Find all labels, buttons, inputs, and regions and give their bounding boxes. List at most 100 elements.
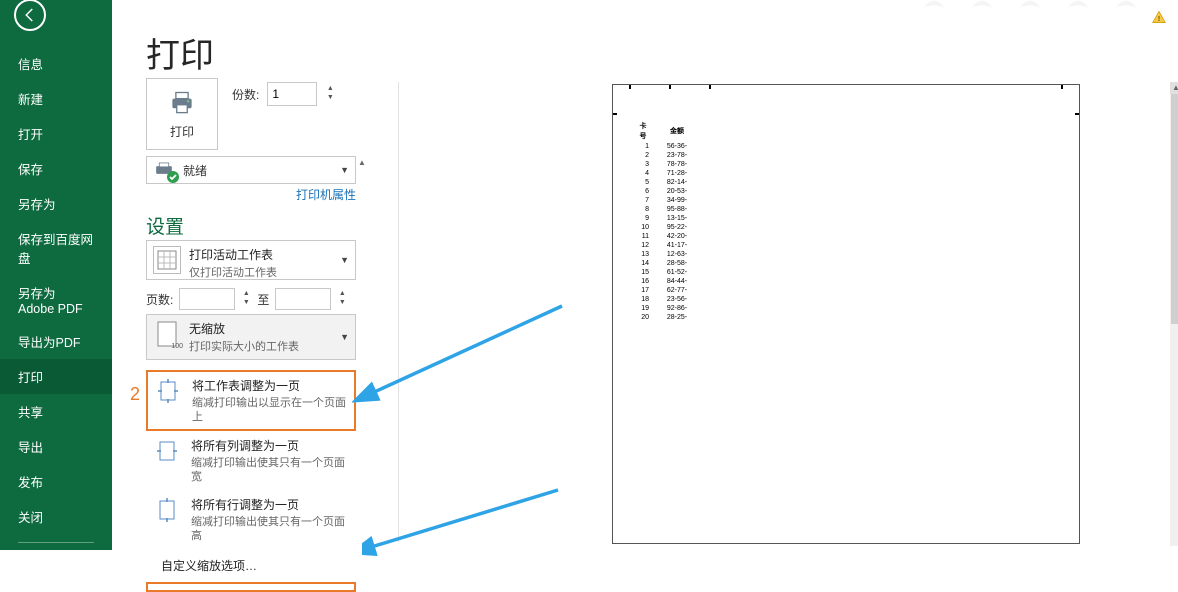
main-content: ! 打印 打印 份数: ▲ ▼ 就绪 ▼ (112, 0, 1178, 550)
print-button-label: 打印 (170, 123, 194, 140)
svg-text:!: ! (1158, 14, 1161, 23)
table-row: 1312-63- (633, 251, 699, 258)
annotation-arrow-1 (352, 300, 572, 410)
page-from-up[interactable]: ▲ (241, 290, 251, 299)
chevron-down-icon: ▼ (340, 332, 349, 342)
table-row: 1992-86- (633, 305, 699, 312)
print-button[interactable]: 打印 (146, 78, 218, 150)
printer-selector[interactable]: 就绪 ▼ (146, 156, 356, 184)
copies-down[interactable]: ▼ (325, 94, 335, 103)
copies-label: 份数: (232, 86, 259, 103)
status-ok-icon (167, 171, 179, 183)
sidebar-item[interactable]: 打印 (0, 359, 112, 394)
printer-icon (168, 89, 196, 117)
scale-option[interactable]: 将所有列调整为一页缩减打印输出使其只有一个页面宽 (146, 431, 356, 490)
chevron-down-icon: ▼ (340, 165, 349, 175)
scaling-dropdown[interactable]: 100 无缩放 打印实际大小的工作表 ▼ (146, 314, 356, 360)
table-row: 1762-77- (633, 287, 699, 294)
sheet-grid-icon (153, 246, 181, 274)
scale-option-icon (153, 437, 181, 465)
page-to-up[interactable]: ▲ (337, 290, 347, 299)
custom-scaling-label: 自定义缩放选项… (161, 557, 257, 574)
sidebar-separator (18, 542, 94, 543)
print-what-title: 打印活动工作表 (189, 246, 277, 263)
scale-option-sub: 缩减打印输出以显示在一个页面上 (192, 396, 348, 424)
annotation-arrow-2 (362, 488, 582, 568)
settings-divider (398, 82, 399, 542)
page-to-input[interactable] (275, 288, 331, 310)
sidebar-item[interactable]: 共享 (0, 394, 112, 429)
table-row: 2028-25- (633, 314, 699, 321)
scale-option-icon (153, 496, 181, 524)
settings-heading: 设置 (146, 212, 184, 239)
pages-to-label: 至 (257, 291, 269, 308)
table-row: 895-88- (633, 206, 699, 213)
page-from-input[interactable] (179, 288, 235, 310)
sidebar-item[interactable]: 打开 (0, 116, 112, 151)
page-title: 打印 (146, 28, 214, 77)
copies-input[interactable] (267, 82, 317, 106)
custom-scaling-option[interactable]: 自定义缩放选项… (146, 549, 356, 582)
table-row: 734-99- (633, 197, 699, 204)
scrollbar-thumb[interactable] (1171, 94, 1178, 324)
scale-option-sub: 缩减打印输出使其只有一个页面高 (191, 515, 349, 543)
copies-up[interactable]: ▲ (325, 85, 335, 94)
table-row: 620-53- (633, 188, 699, 195)
table-row: 156-36- (633, 143, 699, 150)
scroll-up-icon[interactable]: ▲ (1170, 82, 1178, 94)
step-2-marker: 2 (130, 384, 140, 405)
printer-status-text: 就绪 (183, 162, 207, 179)
table-row: 1142-20- (633, 233, 699, 240)
table-row: 582-14- (633, 179, 699, 186)
sidebar-item[interactable]: 另存为 (0, 186, 112, 221)
print-what-sub: 仅打印活动工作表 (189, 266, 277, 280)
scale-option-icon (154, 377, 182, 405)
sidebar-item[interactable]: 帐户 (0, 553, 112, 588)
pages-label: 页数: (146, 291, 173, 308)
backstage-sidebar: 信息新建打开保存另存为保存到百度网盘另存为 Adobe PDF导出为PDF打印共… (0, 0, 112, 550)
table-row: 913-15- (633, 215, 699, 222)
sidebar-item[interactable]: 关闭 (0, 499, 112, 534)
table-row: 1241-17- (633, 242, 699, 249)
warning-icon: ! (1152, 10, 1166, 24)
print-what-dropdown[interactable]: 打印活动工作表 仅打印活动工作表 ▼ (146, 240, 356, 280)
table-row: 1823-56- (633, 296, 699, 303)
table-row: 1561-52- (633, 269, 699, 276)
sidebar-item[interactable]: 新建 (0, 81, 112, 116)
table-row: 1684-44- (633, 278, 699, 285)
sidebar-item[interactable]: 保存 (0, 151, 112, 186)
scroll-up-icon[interactable]: ▲ (356, 158, 368, 168)
scale-option[interactable]: 将工作表调整为一页缩减打印输出以显示在一个页面上 (146, 370, 356, 431)
decorative-banner (922, 0, 1138, 10)
sidebar-item[interactable]: 导出为PDF (0, 324, 112, 359)
noscale-sub: 打印实际大小的工作表 (189, 340, 299, 354)
print-preview: 卡号金额 156-36-223-78-378-78-471-28-582-14-… (612, 84, 1080, 544)
printer-status-icon (153, 161, 175, 179)
scale-option-title: 将所有列调整为一页 (191, 437, 349, 454)
preview-scrollbar[interactable]: ▲ (1170, 82, 1178, 546)
table-row: 1095-22- (633, 224, 699, 231)
sidebar-item[interactable]: 信息 (0, 46, 112, 81)
back-button[interactable] (14, 0, 46, 31)
table-row: 378-78- (633, 161, 699, 168)
scale-option-title: 将工作表调整为一页 (192, 377, 348, 394)
chevron-down-icon: ▼ (340, 255, 349, 265)
sidebar-item[interactable]: 保存到百度网盘 (0, 221, 112, 275)
arrow-left-icon (21, 6, 39, 24)
page-to-down[interactable]: ▼ (337, 299, 347, 308)
settings-scrollbar[interactable]: ▲ (356, 158, 368, 548)
table-row: 471-28- (633, 170, 699, 177)
page-from-down[interactable]: ▼ (241, 299, 251, 308)
table-row: 223-78- (633, 152, 699, 159)
noscale-title: 无缩放 (189, 320, 299, 337)
sidebar-item[interactable]: 导出 (0, 429, 112, 464)
scale-option-sub: 缩减打印输出使其只有一个页面宽 (191, 456, 349, 484)
sidebar-item[interactable]: 发布 (0, 464, 112, 499)
table-row: 1428-58- (633, 260, 699, 267)
scale-option[interactable]: 将所有行调整为一页缩减打印输出使其只有一个页面高 (146, 490, 356, 549)
scale-100-icon: 100 (153, 320, 181, 348)
scale-option-title: 将所有行调整为一页 (191, 496, 349, 513)
printer-properties-link[interactable]: 打印机属性 (296, 188, 356, 202)
sidebar-item[interactable]: 另存为 Adobe PDF (0, 275, 112, 324)
scale-option-truncated[interactable] (146, 582, 356, 592)
